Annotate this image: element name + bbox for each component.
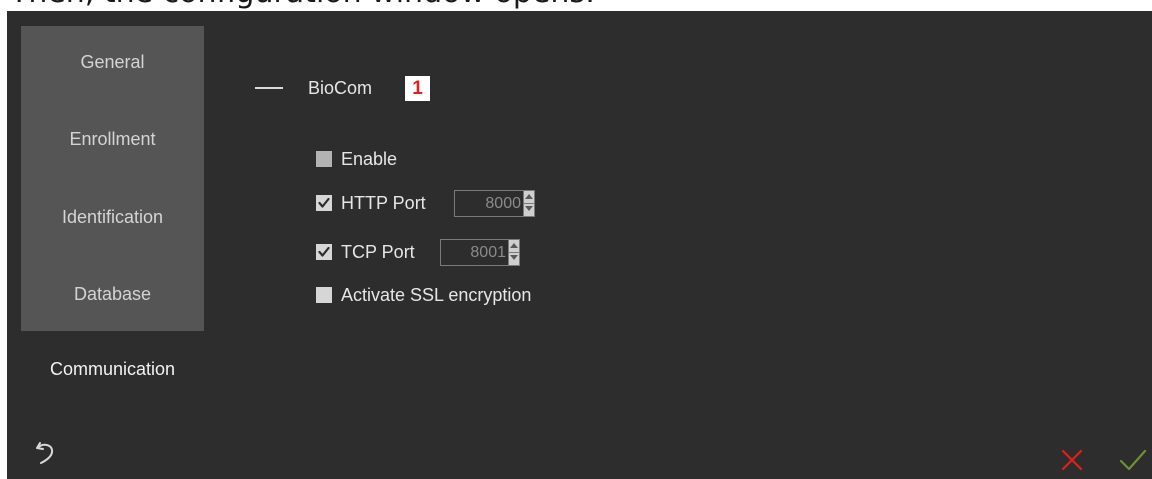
chevron-up-icon [525,194,533,199]
page-caption-clipped: Then, the configuration window opens: [0,0,1152,10]
callout-badge: 1 [405,76,430,101]
sidebar-item-database[interactable]: Database [21,284,204,305]
sidebar-item-label: Database [73,284,152,304]
chevron-up-icon [510,243,518,248]
http-port-checkbox[interactable] [316,195,332,211]
sidebar-item-identification[interactable]: Identification [21,207,204,228]
enable-checkbox[interactable] [316,151,332,167]
chevron-down-icon [510,255,518,260]
sidebar-item-enrollment[interactable]: Enrollment [21,129,204,150]
checkmark-icon [318,197,330,208]
ssl-label: Activate SSL encryption [341,284,532,305]
sidebar-item-label: Identification [61,207,164,227]
undo-arrow-icon[interactable] [33,440,59,466]
stepper-down-arrow[interactable] [509,252,519,265]
sidebar-item-label: Communication [49,359,176,379]
sidebar-item-communication[interactable]: Communication [7,359,218,380]
ssl-option[interactable]: Activate SSL encryption [316,282,531,308]
enable-label: Enable [341,148,398,169]
sidebar-item-label: Enrollment [69,129,156,149]
checkmark-icon [318,246,330,257]
tcp-port-input[interactable]: 8001 [441,240,508,265]
tcp-port-label: TCP Port [341,241,415,262]
http-port-label: HTTP Port [341,192,426,213]
tcp-port-checkbox[interactable] [316,244,332,260]
stepper-down-arrow[interactable] [524,203,534,216]
caption-text: Then, the configuration window opens: [10,0,595,10]
ssl-checkbox[interactable] [316,287,332,303]
configuration-window: General Enrollment Identification Databa… [7,11,1152,479]
tcp-port-stepper[interactable]: 8001 [440,239,520,266]
sidebar-item-general[interactable]: General [21,52,204,73]
stepper-up-arrow[interactable] [509,240,519,252]
minus-icon[interactable] [255,87,283,89]
sidebar-item-label: General [80,52,145,72]
enable-option[interactable]: Enable [316,146,397,172]
http-port-option[interactable]: HTTP Port [316,190,426,216]
http-port-stepper-arrows [523,191,534,216]
chevron-down-icon [525,206,533,211]
section-title: BioCom [308,78,373,98]
tcp-port-option[interactable]: TCP Port [316,239,415,265]
http-port-input[interactable]: 8000 [455,191,523,216]
stepper-up-arrow[interactable] [524,191,534,203]
tcp-port-stepper-arrows [508,240,519,265]
close-x-icon[interactable] [1060,448,1084,472]
checkmark-icon[interactable] [1119,448,1147,472]
http-port-stepper[interactable]: 8000 [454,190,535,217]
